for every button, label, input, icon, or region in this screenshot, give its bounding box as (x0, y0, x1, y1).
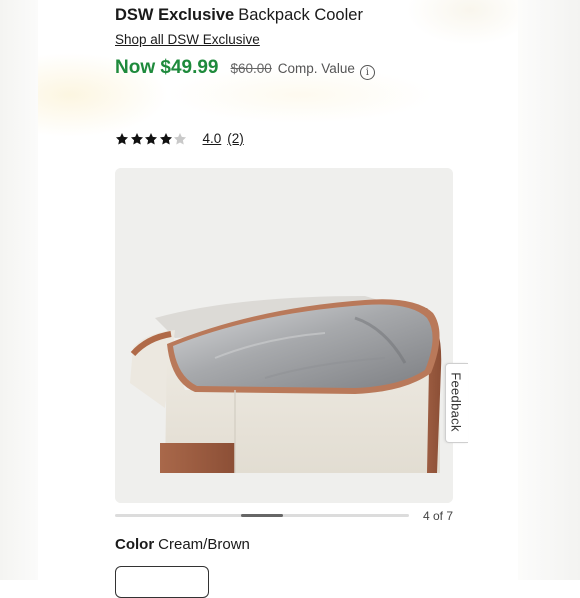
color-swatch-selected[interactable] (115, 566, 209, 598)
gallery-scroll-thumb[interactable] (241, 514, 283, 517)
info-icon[interactable]: i (359, 65, 375, 80)
color-value: Cream/Brown (158, 536, 250, 553)
cooler-bag-image (115, 168, 453, 503)
star-rating[interactable] (115, 132, 188, 146)
comp-value-label: Comp. Value (277, 61, 355, 76)
feedback-label[interactable]: Feedback (449, 372, 464, 432)
shop-all-brand-link[interactable]: Shop all DSW Exclusive (115, 32, 260, 47)
review-count-link[interactable]: (2) (227, 131, 244, 146)
brand-name: DSW Exclusive (115, 6, 235, 24)
price-row: Now $49.99 $60.00 Comp. Value i (115, 57, 375, 80)
current-price: Now $49.99 (115, 57, 219, 78)
gallery-scroll-track[interactable] (115, 514, 409, 517)
product-title: DSW Exclusive Backpack Cooler (115, 6, 363, 25)
star-icon (115, 132, 129, 144)
original-price: $60.00 (230, 61, 272, 76)
rating-value[interactable]: 4.0 (203, 131, 222, 146)
color-label: Color (115, 536, 155, 553)
star-icon (159, 132, 172, 144)
gallery-counter: 4 of 7 (423, 509, 454, 523)
product-image[interactable] (115, 168, 453, 503)
rating-row: 4.0 (2) (115, 131, 244, 146)
color-selection: Color Cream/Brown (115, 536, 250, 553)
star-icon (130, 132, 143, 144)
star-icon (173, 132, 187, 144)
product-name: Backpack Cooler (238, 6, 363, 24)
star-icon (144, 132, 158, 144)
right-margin (518, 0, 580, 580)
left-margin (0, 0, 38, 580)
